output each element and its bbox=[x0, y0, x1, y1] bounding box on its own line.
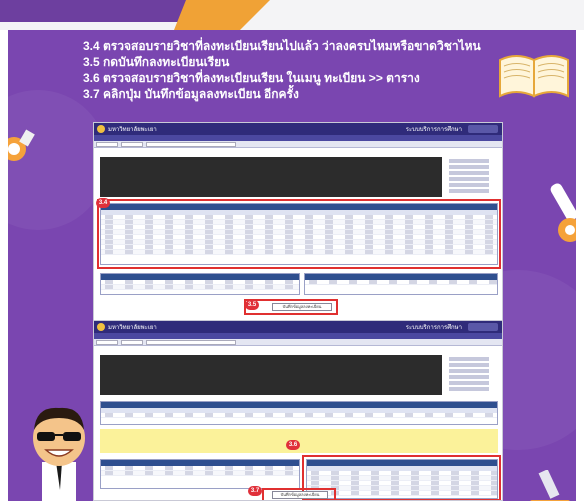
table-row bbox=[101, 413, 497, 418]
step-3-7: 3.7 คลิกปุ่ม บันทึกข้อมูลลงทะเบียน อีกคร… bbox=[83, 87, 299, 101]
tab[interactable] bbox=[146, 142, 236, 147]
student-info-panel bbox=[100, 355, 442, 395]
tab-strip bbox=[94, 339, 502, 346]
side-link-list bbox=[449, 159, 489, 195]
tab[interactable] bbox=[121, 340, 143, 345]
cartoon-student-icon bbox=[33, 407, 85, 501]
tab[interactable] bbox=[96, 340, 118, 345]
university-name: มหาวิทยาลัยพะเยา bbox=[108, 127, 157, 133]
open-book-icon bbox=[499, 55, 569, 98]
tab-strip bbox=[94, 141, 502, 148]
step-3-6: 3.6 ตรวจสอบรายวิชาที่ลงทะเบียนเรียน ในเม… bbox=[83, 71, 420, 85]
university-logo-icon bbox=[97, 323, 105, 331]
side-link-list bbox=[449, 357, 489, 393]
summary-table bbox=[304, 273, 498, 295]
screenshot-registration-table: มหาวิทยาลัยพะเยา ระบบบริการการศึกษา บันท… bbox=[93, 320, 503, 501]
student-info-panel bbox=[100, 157, 442, 197]
tab[interactable] bbox=[146, 340, 236, 345]
step-badge-3-5: 3.5 bbox=[245, 300, 259, 310]
highlight-box-3-7 bbox=[262, 488, 336, 500]
university-logo-icon bbox=[97, 125, 105, 133]
tab[interactable] bbox=[96, 142, 118, 147]
system-title: ระบบบริการการศึกษา bbox=[405, 127, 462, 133]
flask-left-icon bbox=[8, 129, 35, 161]
step-3-5: 3.5 กดบันทึกลงทะเบียนเรียน bbox=[83, 55, 230, 69]
step-badge-3-4: 3.4 bbox=[96, 198, 110, 208]
app-header: มหาวิทยาลัยพะเยา ระบบบริการการศึกษา bbox=[94, 321, 502, 333]
university-name: มหาวิทยาลัยพะเยา bbox=[108, 325, 157, 331]
header-button[interactable] bbox=[468, 323, 498, 331]
course-search-table bbox=[100, 401, 498, 425]
highlight-box-3-4 bbox=[97, 199, 501, 269]
table-row bbox=[305, 280, 497, 285]
instruction-panel: 3.4 ตรวจสอบรายวิชาที่ลงทะเบียนเรียนไปแล้… bbox=[8, 30, 576, 501]
fee-table bbox=[100, 273, 300, 295]
fee-table bbox=[100, 459, 300, 489]
top-banner-strip bbox=[0, 0, 584, 30]
microscope-icon bbox=[530, 470, 570, 501]
table-row bbox=[101, 471, 299, 476]
test-tube-right-icon bbox=[550, 183, 576, 242]
table-row bbox=[101, 285, 299, 290]
steps-list: 3.4 ตรวจสอบรายวิชาที่ลงทะเบียนเรียนไปแล้… bbox=[83, 38, 543, 102]
app-header: มหาวิทยาลัยพะเยา ระบบบริการการศึกษา bbox=[94, 123, 502, 135]
step-3-4: 3.4 ตรวจสอบรายวิชาที่ลงทะเบียนเรียนไปแล้… bbox=[83, 39, 481, 53]
screenshot-registration-check: มหาวิทยาลัยพะเยา ระบบบริการการศึกษา บันท… bbox=[93, 122, 503, 332]
tab[interactable] bbox=[121, 142, 143, 147]
step-badge-3-6: 3.6 bbox=[286, 440, 300, 450]
step-badge-3-7: 3.7 bbox=[248, 486, 262, 496]
header-button[interactable] bbox=[468, 125, 498, 133]
system-title: ระบบบริการการศึกษา bbox=[405, 325, 462, 331]
